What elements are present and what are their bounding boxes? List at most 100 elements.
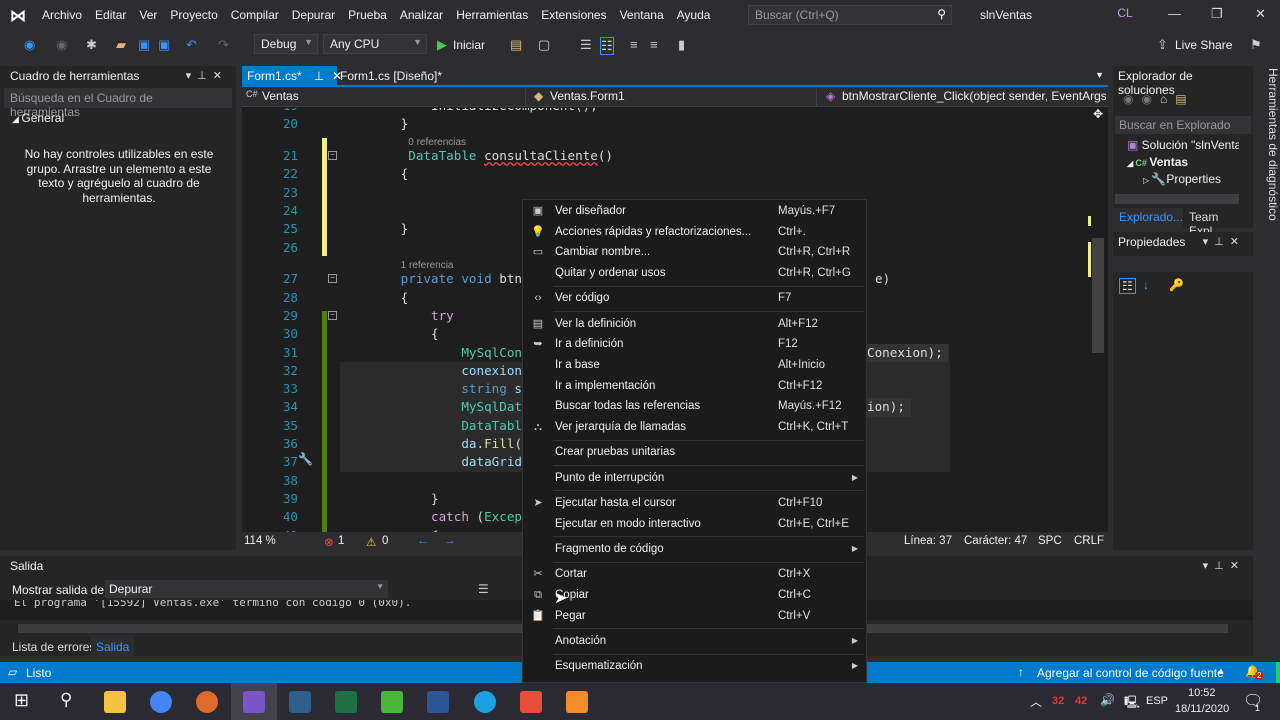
menu-analizar[interactable]: Analizar xyxy=(400,8,443,22)
context-menu-item[interactable]: ▤ Ver la definición Alt+F12 xyxy=(523,314,866,335)
context-menu-item[interactable]: Buscar todas las referencias Mayús.+F12 xyxy=(523,396,866,417)
codelens-label[interactable]: 1 referencia xyxy=(401,260,454,271)
taskbar-excel-icon[interactable] xyxy=(335,691,357,713)
code-line[interactable]: 21 − DataTable consultaCliente() xyxy=(242,147,1088,165)
collapse-icon[interactable]: − xyxy=(328,151,337,161)
project-dropdown[interactable]: C# Ventas xyxy=(244,89,526,106)
panel-buttons[interactable]: ▾⊥✕ xyxy=(186,69,228,82)
collapse-icon[interactable]: − xyxy=(328,310,337,320)
menu-editar[interactable]: Editar xyxy=(95,8,126,22)
tree-item-solution[interactable]: ▣ Solución "slnVenta xyxy=(1127,138,1239,152)
tab-output[interactable]: Salida xyxy=(91,636,135,658)
context-menu-item[interactable]: Ir a implementación Ctrl+F12 xyxy=(523,376,866,397)
error-count[interactable]: 1 xyxy=(338,535,344,547)
menu-archivo[interactable]: Archivo xyxy=(42,8,82,22)
taskbar-camtasia-icon[interactable] xyxy=(381,691,404,713)
add-source-control-button[interactable]: Agregar al control de código fuente xyxy=(1037,666,1224,680)
forward-icon[interactable]: ◉ xyxy=(56,37,67,53)
start-button[interactable]: Iniciar xyxy=(453,38,485,52)
open-icon[interactable]: ▰ xyxy=(116,37,126,53)
feedback-icon[interactable]: ⚑ xyxy=(1250,37,1262,53)
horizontal-scrollbar[interactable] xyxy=(1115,194,1239,204)
context-menu-item[interactable]: 💡 Acciones rápidas y refactorizaciones...… xyxy=(523,222,866,243)
solution-search-input[interactable]: Buscar en Explorado xyxy=(1115,116,1251,134)
context-menu-item[interactable]: Anotación ▶ xyxy=(523,631,866,652)
live-share-button[interactable]: Live Share xyxy=(1175,38,1232,52)
context-menu-item[interactable]: Quitar y ordenar usos Ctrl+R, Ctrl+G xyxy=(523,263,866,284)
nav-back-icon[interactable]: ← xyxy=(417,535,429,547)
split-icon[interactable]: ✥ xyxy=(1093,107,1103,121)
tab-form1-cs[interactable]: Form1.cs* ⊥ ✕ xyxy=(242,66,342,87)
bookmark-icon[interactable]: ▮ xyxy=(678,37,685,53)
vertical-scrollbar[interactable]: ✥ xyxy=(1088,107,1108,532)
taskbar-word-icon[interactable] xyxy=(427,691,450,713)
context-menu-item[interactable]: ▣ Ver diseñador Mayús.+F7 xyxy=(523,201,866,222)
menu-ver[interactable]: Ver xyxy=(139,8,157,22)
indent-icon[interactable]: ☰ xyxy=(580,37,592,53)
search-icon[interactable]: ⚲ xyxy=(60,690,72,710)
clear-icon[interactable]: ☰ xyxy=(478,582,489,596)
object-dropdown[interactable] xyxy=(1113,256,1253,272)
close-window-button[interactable]: ✕ xyxy=(1255,6,1266,22)
save-icon[interactable]: ▣ xyxy=(138,37,150,53)
redo-icon[interactable]: ↷ xyxy=(218,37,229,53)
context-menu-item[interactable]: ⧉ Copiar Ctrl+C xyxy=(523,585,866,606)
network-icon[interactable]: 🖳 xyxy=(1124,693,1140,714)
platform-select[interactable]: Any CPU ▼ xyxy=(323,34,427,54)
minimize-button[interactable]: — xyxy=(1168,6,1181,21)
collapse-icon[interactable]: − xyxy=(328,274,337,284)
language-indicator[interactable]: ESP xyxy=(1146,695,1168,707)
codelens-label[interactable]: 0 referencias xyxy=(408,137,466,148)
warning-count[interactable]: 0 xyxy=(382,535,388,547)
scroll-thumb[interactable] xyxy=(1092,238,1104,353)
context-menu-item[interactable]: Ejecutar en modo interactivo Ctrl+E, Ctrl… xyxy=(523,514,866,535)
taskbar-edge-icon[interactable] xyxy=(473,691,496,713)
context-menu-item[interactable]: 📋 Pegar Ctrl+V xyxy=(523,606,866,627)
line-ending[interactable]: CRLF xyxy=(1074,535,1104,547)
taskbar-visual-studio-icon[interactable] xyxy=(242,691,265,713)
screwdriver-icon[interactable]: 🔧 xyxy=(298,452,313,466)
code-line[interactable]: 20 } xyxy=(242,115,1088,133)
clock-time[interactable]: 10:52 xyxy=(1188,687,1216,699)
comment-icon[interactable]: ≡ xyxy=(630,37,638,52)
uncomment-icon[interactable]: ≡ xyxy=(650,37,658,52)
context-menu-item[interactable]: Fragmento de código ▶ xyxy=(523,539,866,560)
action-center-icon[interactable]: 🗨 xyxy=(1243,691,1263,711)
tree-item-project[interactable]: ◢ C# Ventas xyxy=(1127,155,1188,169)
context-menu-item[interactable]: Ir a base Alt+Inicio xyxy=(523,355,866,376)
taskbar-mysql-workbench-icon[interactable] xyxy=(288,691,311,713)
diagnostic-tools-tab[interactable]: Herramientas de diagnóstico xyxy=(1256,66,1280,266)
codelens[interactable]: 0 referencias xyxy=(242,134,1088,148)
context-menu-item[interactable]: ▭ Cambiar nombre... Ctrl+R, Ctrl+R xyxy=(523,242,866,263)
maximize-button[interactable]: ❐ xyxy=(1211,6,1223,22)
panel-buttons[interactable]: ▾⊥✕ xyxy=(1203,235,1245,248)
volume-icon[interactable]: 🔊 xyxy=(1100,693,1115,707)
zoom-level[interactable]: 114 % xyxy=(244,535,276,547)
context-menu-item[interactable]: Punto de interrupción ▶ xyxy=(523,468,866,489)
save-all-icon[interactable]: ▣ xyxy=(158,37,170,53)
back-icon[interactable]: ◉ xyxy=(24,37,35,53)
taskbar-camtasia-red-icon[interactable] xyxy=(519,691,542,713)
tab-form1-design[interactable]: Form1.cs [Diseño]* xyxy=(335,66,447,87)
tab-overflow-icon[interactable]: ▼ xyxy=(1095,70,1104,80)
context-menu-item[interactable]: Esquematización ▶ xyxy=(523,656,866,677)
avatar[interactable]: CL xyxy=(1113,6,1137,24)
context-menu-item[interactable]: ➤ Ejecutar hasta el cursor Ctrl+F10 xyxy=(523,493,866,514)
taskbar-xampp-icon[interactable] xyxy=(566,691,588,713)
taskbar-media-icon[interactable] xyxy=(196,691,219,713)
menu-ventana[interactable]: Ventana xyxy=(620,8,664,22)
class-dropdown[interactable]: ◆ Ventas.Form1 xyxy=(532,89,817,106)
context-menu-item[interactable]: ‹› Ver código F7 xyxy=(523,288,866,309)
spacing-mode[interactable]: SPC xyxy=(1038,535,1062,547)
toolbox-group-general[interactable]: ◢ General xyxy=(12,111,64,125)
solution-toolbar[interactable]: ◉◉⌂▤ xyxy=(1123,92,1195,106)
output-source-select[interactable]: Depurar ▼ xyxy=(105,580,388,598)
window-icon[interactable]: ▢ xyxy=(538,37,550,53)
undo-icon[interactable]: ↶ xyxy=(186,37,197,53)
member-dropdown[interactable]: ◈ btnMostrarCliente_Click(object sender, … xyxy=(824,89,1106,106)
menu-proyecto[interactable]: Proyecto xyxy=(170,8,217,22)
menu-depurar[interactable]: Depurar xyxy=(292,8,335,22)
menu-extensiones[interactable]: Extensiones xyxy=(541,8,606,22)
find-icon[interactable]: ▤ xyxy=(510,37,522,53)
taskbar-file-explorer-icon[interactable] xyxy=(104,691,126,713)
